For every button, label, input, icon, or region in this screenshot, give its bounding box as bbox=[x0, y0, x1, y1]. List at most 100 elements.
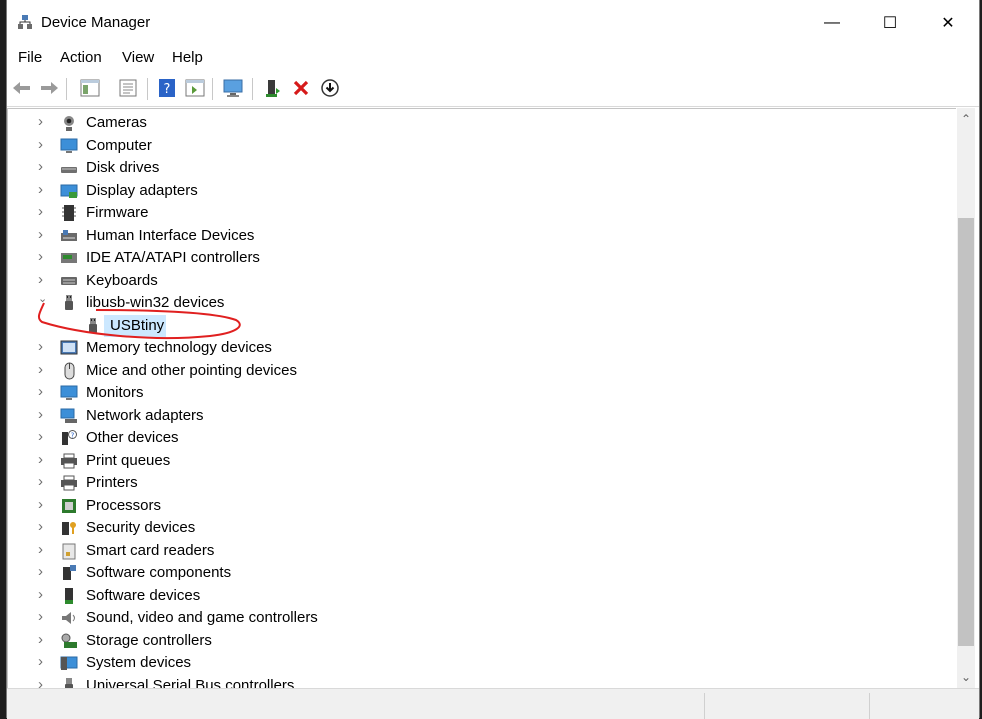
tree-category[interactable]: › Human Interface Devices bbox=[8, 225, 948, 247]
tree-category[interactable]: › Cameras bbox=[8, 112, 948, 134]
chevron-right-icon[interactable]: › bbox=[38, 203, 48, 220]
chevron-right-icon[interactable]: › bbox=[38, 406, 48, 423]
update-driver-button[interactable] bbox=[319, 77, 341, 99]
device-manager-window: Device Manager — ☐ ✕ File Action View He… bbox=[6, 0, 980, 719]
chevron-right-icon[interactable]: › bbox=[38, 428, 48, 445]
tree-item-label: Display adapters bbox=[86, 181, 198, 199]
tree-category[interactable]: › Processors bbox=[8, 495, 948, 517]
chevron-right-icon[interactable]: › bbox=[38, 496, 48, 513]
tree-category[interactable]: › Software components bbox=[8, 562, 948, 584]
toolbar-separator bbox=[252, 78, 253, 100]
tree-category[interactable]: › Mice and other pointing devices bbox=[8, 360, 948, 382]
chevron-right-icon[interactable]: › bbox=[38, 451, 48, 468]
tree-category[interactable]: › Universal Serial Bus controllers bbox=[8, 675, 948, 690]
menu-help[interactable]: Help bbox=[172, 49, 203, 66]
chevron-right-icon[interactable]: › bbox=[38, 541, 48, 558]
window-title: Device Manager bbox=[41, 14, 151, 31]
scroll-up-button[interactable]: ⌃ bbox=[957, 108, 975, 130]
status-bar bbox=[7, 688, 979, 719]
menu-action[interactable]: Action bbox=[60, 49, 102, 66]
uninstall-device-button[interactable] bbox=[290, 77, 312, 99]
back-button[interactable] bbox=[11, 77, 33, 99]
chevron-right-icon[interactable]: › bbox=[38, 158, 48, 175]
scroll-thumb[interactable] bbox=[958, 218, 974, 646]
chevron-right-icon[interactable]: › bbox=[38, 113, 48, 130]
tree-category[interactable]: › Network adapters bbox=[8, 405, 948, 427]
scroll-down-button[interactable]: ⌄ bbox=[957, 666, 975, 688]
chevron-right-icon[interactable]: › bbox=[38, 338, 48, 355]
tree-category[interactable]: › Monitors bbox=[8, 382, 948, 404]
chevron-right-icon[interactable]: › bbox=[38, 631, 48, 648]
tree-category[interactable]: › Keyboards bbox=[8, 270, 948, 292]
help-button[interactable]: ? bbox=[156, 77, 178, 99]
tree-category[interactable]: › Firmware bbox=[8, 202, 948, 224]
uninstall-x-icon bbox=[293, 80, 309, 96]
tree-category[interactable]: › Memory technology devices bbox=[8, 337, 948, 359]
chevron-right-icon[interactable]: › bbox=[38, 136, 48, 153]
tree-category[interactable]: › Print queues bbox=[8, 450, 948, 472]
chevron-right-icon[interactable]: › bbox=[38, 473, 48, 490]
tree-item-label: Processors bbox=[86, 496, 162, 514]
show-hide-console-tree-button[interactable] bbox=[79, 77, 101, 99]
chevron-right-icon[interactable]: › bbox=[38, 653, 48, 670]
tree-category[interactable]: › Smart card readers bbox=[8, 540, 948, 562]
tree-category[interactable]: › Display adapters bbox=[8, 180, 948, 202]
chevron-down-icon[interactable]: ⌄ bbox=[38, 292, 48, 305]
device-tree[interactable]: › Cameras › Computer › Disk drives › Display ad… bbox=[7, 108, 956, 689]
maximize-icon: ☐ bbox=[882, 15, 898, 32]
tree-item-label: Software devices bbox=[86, 586, 201, 604]
tree-category[interactable]: › Storage controllers bbox=[8, 630, 948, 652]
chevron-right-icon[interactable]: › bbox=[38, 518, 48, 535]
chevron-right-icon[interactable]: › bbox=[38, 271, 48, 288]
tree-category[interactable]: › Computer bbox=[8, 135, 948, 157]
menu-bar: File Action View Help bbox=[7, 46, 979, 70]
chevron-right-icon[interactable]: › bbox=[38, 383, 48, 400]
chevron-right-icon[interactable]: › bbox=[38, 563, 48, 580]
computer-icon bbox=[60, 138, 78, 153]
toolbar: ? bbox=[7, 72, 979, 107]
scan-hardware-button[interactable] bbox=[223, 77, 245, 99]
tree-category[interactable]: ⌄ libusb-win32 devices bbox=[8, 292, 948, 314]
tree-category[interactable]: › Security devices bbox=[8, 517, 948, 539]
ide-controller-icon bbox=[61, 253, 77, 263]
forward-button[interactable] bbox=[38, 77, 60, 99]
tree-item-usbtiny[interactable]: USBtiny bbox=[8, 314, 948, 337]
menu-view[interactable]: View bbox=[122, 49, 154, 66]
chevron-right-icon[interactable]: › bbox=[38, 608, 48, 625]
tree-category[interactable]: › System devices bbox=[8, 652, 948, 674]
svg-text:?: ? bbox=[164, 82, 171, 97]
close-button[interactable]: ✕ bbox=[919, 0, 977, 46]
chevron-up-icon: ⌃ bbox=[960, 112, 972, 126]
tree-item-label: Storage controllers bbox=[86, 631, 212, 649]
tree-category[interactable]: › Disk drives bbox=[8, 157, 948, 179]
chevron-right-icon[interactable]: › bbox=[38, 676, 48, 690]
chevron-right-icon[interactable]: › bbox=[38, 226, 48, 243]
tree-item-label: USBtiny bbox=[110, 316, 165, 334]
keyboard-icon bbox=[61, 276, 77, 285]
properties-button[interactable] bbox=[117, 77, 139, 99]
usb-plug-icon bbox=[89, 317, 97, 333]
printer-icon bbox=[61, 475, 77, 491]
tree-category[interactable]: › Sound, video and game controllers bbox=[8, 607, 948, 629]
software-component-icon bbox=[63, 565, 76, 580]
chevron-down-icon: ⌄ bbox=[960, 670, 972, 684]
chevron-right-icon[interactable]: › bbox=[38, 181, 48, 198]
menu-file[interactable]: File bbox=[18, 49, 42, 66]
tree-category[interactable]: ›? Other devices bbox=[8, 427, 948, 449]
minimize-button[interactable]: — bbox=[803, 0, 861, 46]
update-button[interactable] bbox=[184, 77, 206, 99]
properties-icon bbox=[119, 79, 137, 97]
vertical-scrollbar[interactable]: ⌃ ⌄ bbox=[957, 108, 975, 688]
enable-device-button[interactable] bbox=[262, 77, 284, 99]
print-queue-icon bbox=[61, 453, 77, 468]
tree-category[interactable]: › IDE ATA/ATAPI controllers bbox=[8, 247, 948, 269]
maximize-button[interactable]: ☐ bbox=[861, 0, 919, 46]
chevron-right-icon[interactable]: › bbox=[38, 361, 48, 378]
chevron-right-icon[interactable]: › bbox=[38, 586, 48, 603]
chevron-right-icon[interactable]: › bbox=[38, 248, 48, 265]
tree-category[interactable]: › Software devices bbox=[8, 585, 948, 607]
security-device-icon bbox=[62, 522, 76, 535]
other-devices-icon: ? bbox=[62, 430, 77, 445]
tree-category[interactable]: › Printers bbox=[8, 472, 948, 494]
status-divider bbox=[704, 693, 705, 719]
